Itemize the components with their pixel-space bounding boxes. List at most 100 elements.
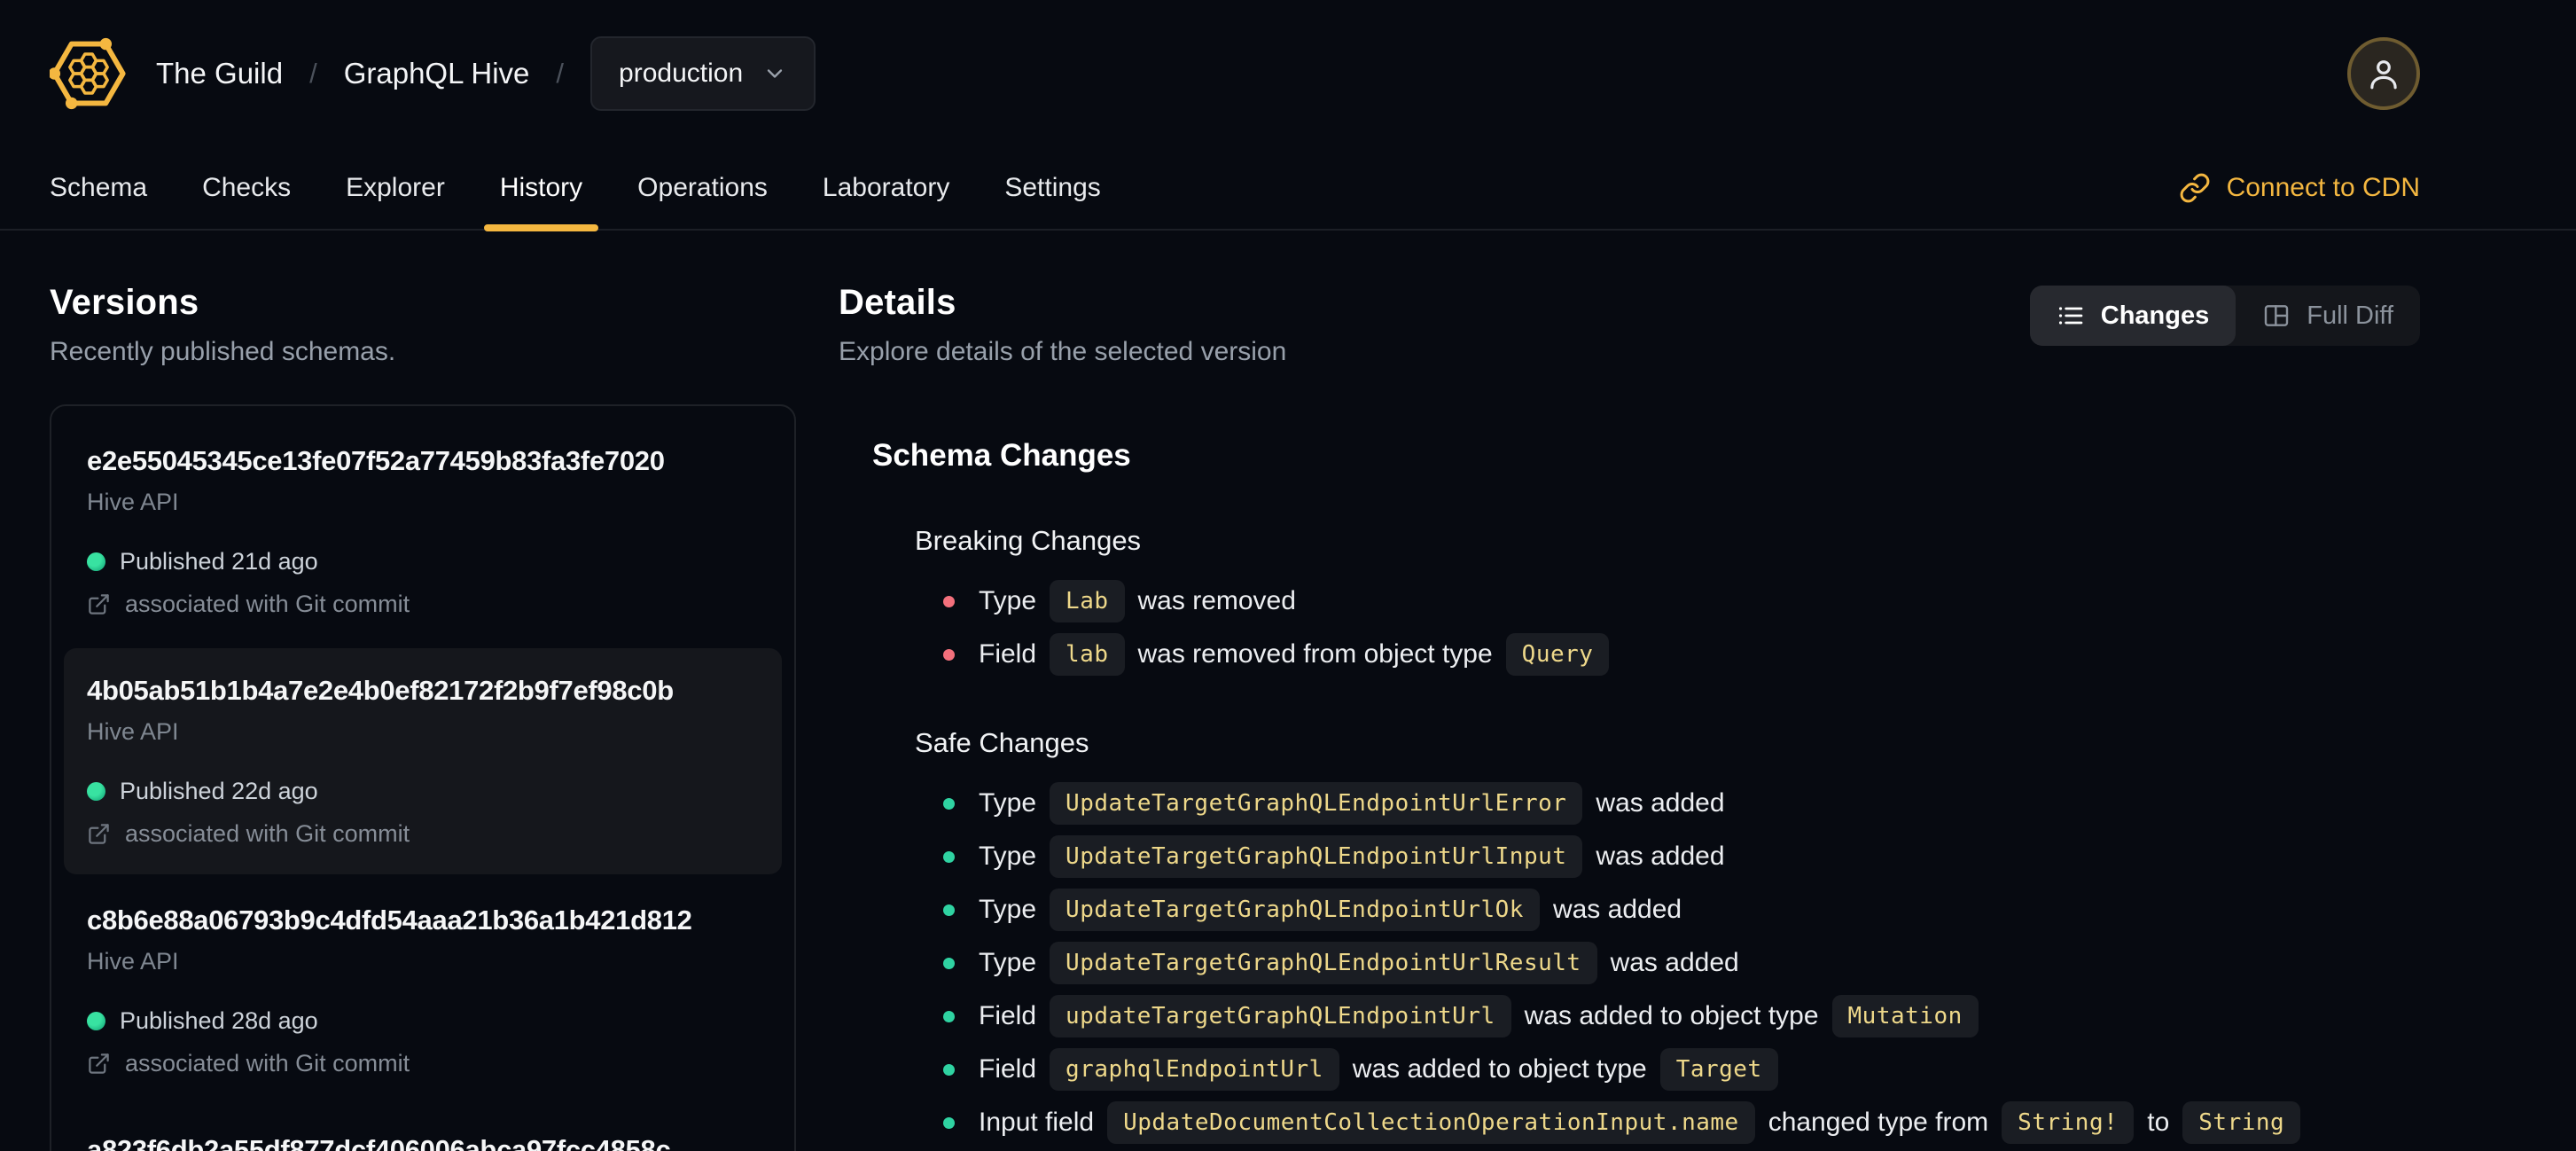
change-row: Type UpdateTargetGraphQLEndpointUrlError w… [943, 782, 2420, 825]
version-list: e2e55045345ce13fe07f52a77459b83fa3fe7020… [50, 404, 796, 1151]
change-row: Input field UpdateDocumentCollectionOpera… [943, 1101, 2420, 1144]
version-status-row: Published 22d ago [87, 778, 759, 805]
change-code-chip: Mutation [1831, 995, 1979, 1037]
connect-to-cdn-button[interactable]: Connect to CDN [2179, 172, 2420, 204]
version-git-text: associated with Git commit [125, 1050, 410, 1077]
change-text: was removed from object type [1137, 639, 1493, 669]
version-card[interactable]: a823f6db2a55df877dcf406006abca97fcc4858c… [64, 1108, 782, 1151]
user-menu-button[interactable] [2347, 37, 2420, 110]
tab-explorer[interactable]: Explorer [330, 146, 461, 230]
details-heading-block: Details Explore details of the selected … [839, 282, 1286, 367]
change-code-chip: UpdateTargetGraphQLEndpointUrlOk [1050, 889, 1540, 931]
bullet-icon [943, 850, 955, 863]
external-link-icon [89, 594, 109, 615]
user-icon [2370, 60, 2397, 90]
version-status-text: Published 21d ago [120, 548, 318, 575]
change-code-chip: lab [1050, 633, 1125, 676]
breadcrumb-separator: / [556, 58, 565, 89]
change-text: to [2147, 1108, 2170, 1137]
version-git-text: associated with Git commit [125, 591, 410, 617]
nav-tabs: Schema Checks Explorer History Operation… [34, 146, 1140, 231]
tab-checks[interactable]: Checks [186, 146, 307, 230]
main-nav: Schema Checks Explorer History Operation… [0, 147, 2576, 231]
version-git-text: associated with Git commit [125, 820, 410, 847]
change-row: Type UpdateTargetGraphQLEndpointUrlResult… [943, 942, 2420, 984]
change-text: changed type from [1768, 1108, 1989, 1137]
version-status-row: Published 28d ago [87, 1007, 759, 1035]
versions-subtitle: Recently published schemas. [50, 337, 396, 366]
bullet-icon [943, 904, 955, 916]
published-dot-icon [87, 1012, 105, 1030]
target-selector-value: production [619, 59, 744, 88]
version-git-row[interactable]: associated with Git commit [87, 591, 759, 618]
split-columns-icon [2265, 305, 2289, 326]
version-git-row[interactable]: associated with Git commit [87, 1050, 759, 1077]
connect-to-cdn-label: Connect to CDN [2226, 173, 2420, 202]
view-toggle-changes-label: Changes [2100, 301, 2210, 330]
tab-label: Explorer [346, 173, 445, 202]
details-header: Details Explore details of the selected … [839, 282, 2420, 367]
versions-panel: Versions Recently published schemas. e2e… [50, 282, 796, 1151]
change-text: Type [979, 842, 1037, 871]
tab-label: Laboratory [822, 173, 950, 202]
hive-logo-icon[interactable] [50, 36, 128, 111]
tab-label: Operations [637, 173, 768, 202]
change-code-chip: UpdateTargetGraphQLEndpointUrlResult [1050, 942, 1597, 984]
details-subtitle: Explore details of the selected version [839, 337, 1287, 366]
change-code-chip: UpdateTargetGraphQLEndpointUrlError [1050, 782, 1583, 825]
tab-history[interactable]: History [483, 146, 599, 231]
target-selector[interactable]: production [590, 36, 816, 111]
topbar: The Guild / GraphQL Hive / production [0, 0, 2576, 147]
version-hash: c8b6e88a06793b9c4dfd54aaa21b36a1b421d812 [87, 904, 692, 936]
version-card[interactable]: c8b6e88a06793b9c4dfd54aaa21b36a1b421d812… [64, 878, 782, 1104]
bullet-icon [943, 1010, 955, 1022]
main-content: Versions Recently published schemas. e2e… [0, 231, 2576, 1151]
bullet-icon [943, 595, 955, 607]
change-code-chip: Target [1659, 1048, 1778, 1091]
change-code-chip: Lab [1050, 580, 1125, 622]
app-header: The Guild / GraphQL Hive / production Sc… [0, 0, 2576, 231]
tab-label: Checks [202, 173, 292, 202]
version-hash: 4b05ab51b1b4a7e2e4b0ef82172f2b9f7ef98c0b [87, 675, 674, 706]
tab-laboratory[interactable]: Laboratory [807, 146, 965, 230]
view-toggle: Changes Full Diff [2029, 286, 2420, 346]
change-text: Field [979, 639, 1037, 669]
tab-label: Settings [1004, 173, 1101, 202]
version-service: Hive API [87, 718, 179, 745]
change-text: Field [979, 1001, 1037, 1030]
change-text: was added [1596, 788, 1725, 818]
change-code-chip: String [2182, 1101, 2301, 1144]
details-title: Details [839, 283, 956, 322]
change-text: Field [979, 1054, 1037, 1084]
change-row: Field updateTargetGraphQLEndpointUrl was a… [943, 995, 2420, 1037]
version-card[interactable]: e2e55045345ce13fe07f52a77459b83fa3fe7020… [64, 419, 782, 645]
change-text: Type [979, 895, 1037, 924]
tab-label: History [499, 173, 583, 202]
view-toggle-full-diff-label: Full Diff [2307, 301, 2393, 330]
change-row: Field lab was removed from object type Quer… [943, 633, 2420, 676]
change-code-chip: UpdateDocumentCollectionOperationInput.n… [1107, 1101, 1755, 1144]
change-text: was removed [1137, 586, 1296, 615]
version-card[interactable]: 4b05ab51b1b4a7e2e4b0ef82172f2b9f7ef98c0b… [64, 648, 782, 874]
breadcrumb-project[interactable]: GraphQL Hive [344, 57, 530, 90]
section-title: Safe Changes [915, 727, 1089, 758]
change-list: Type Lab was removed Field lab was removed f… [915, 580, 2420, 676]
change-text: Type [979, 948, 1037, 977]
version-service: Hive API [87, 948, 179, 975]
change-text: was added [1552, 895, 1682, 924]
tab-settings[interactable]: Settings [988, 146, 1116, 230]
change-text: was added [1596, 842, 1725, 871]
details-panel: Details Explore details of the selected … [839, 282, 2420, 1151]
tab-schema[interactable]: Schema [34, 146, 163, 230]
version-git-row[interactable]: associated with Git commit [87, 820, 759, 848]
view-toggle-changes[interactable]: Changes [2029, 286, 2236, 346]
change-code-chip: Query [1505, 633, 1610, 676]
view-toggle-full-diff[interactable]: Full Diff [2236, 286, 2420, 346]
schema-changes-title: Schema Changes [872, 438, 1131, 473]
tab-operations[interactable]: Operations [621, 146, 784, 230]
breadcrumb-org[interactable]: The Guild [156, 57, 283, 90]
change-text: was added to object type [1352, 1054, 1647, 1084]
change-text: Input field [979, 1108, 1095, 1137]
bullet-icon [943, 797, 955, 810]
change-code-chip: String! [2002, 1101, 2135, 1144]
